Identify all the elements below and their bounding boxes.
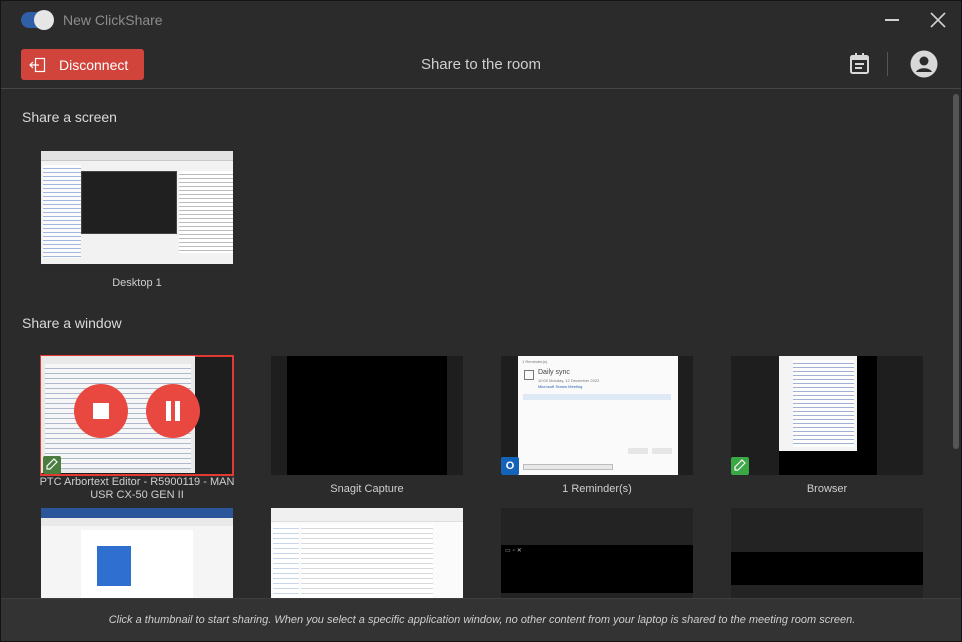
account-icon	[910, 50, 938, 78]
screen-thumbnail-desktop-1[interactable]	[41, 151, 233, 270]
share-window-heading: Share a window	[22, 315, 122, 331]
minimize-button[interactable]	[881, 9, 903, 31]
thumbnail-label: Snagit Capture	[330, 483, 404, 495]
preview-taskbar	[41, 264, 233, 270]
window-preview: ▭▫✕	[501, 508, 693, 598]
window-thumbnail-window-8[interactable]	[731, 508, 923, 598]
word-preview	[41, 508, 233, 598]
account-button[interactable]	[910, 50, 938, 78]
browser-preview	[779, 356, 857, 451]
toggle-knob	[34, 10, 54, 30]
thumbnail-label: Desktop 1	[112, 277, 162, 289]
pause-sharing-button[interactable]	[146, 384, 200, 438]
window-thumbnail-explorer[interactable]	[271, 508, 463, 598]
preview-toolbar	[41, 518, 233, 526]
window-thumbnail-word[interactable]	[41, 508, 233, 598]
preview-row	[523, 394, 671, 400]
preview-rows	[793, 360, 854, 447]
window-thumbnail-window-7[interactable]: ▭▫✕	[501, 508, 693, 598]
window-thumbnail-snagit[interactable]	[271, 356, 463, 475]
scrollbar-thumb[interactable]	[953, 94, 959, 449]
edit-icon	[46, 458, 58, 470]
preview-document	[179, 171, 233, 253]
preview-link: Microsoft Teams Meeting	[538, 384, 583, 389]
preview-buttons	[628, 448, 673, 454]
thumbnail-label: Browser	[806, 483, 848, 495]
preview-black-area	[779, 451, 877, 475]
app-title: New ClickShare	[63, 12, 163, 28]
clickshare-window: New ClickShare Disconnect Share to the r…	[0, 0, 962, 642]
preview-controls: ▭▫✕	[505, 548, 524, 554]
preview-nav	[273, 524, 299, 598]
snagit-preview	[287, 356, 447, 475]
window-thumbnail-arbortext[interactable]	[40, 355, 234, 476]
preview-tree	[43, 165, 81, 258]
preview-subtitle: 10:00 Monday, 12 December 2022	[538, 378, 600, 383]
outlook-icon: O	[501, 457, 519, 475]
enable-toggle[interactable]	[21, 10, 54, 30]
preview-calendar-icon	[524, 370, 534, 380]
toolbar-divider	[887, 52, 888, 76]
reminder-preview: 1 Reminder(s) Daily sync 10:00 Monday, 1…	[518, 356, 678, 475]
preview-files	[301, 524, 433, 598]
toolbar: Disconnect Share to the room	[1, 39, 961, 89]
preview-bar	[271, 508, 463, 522]
window-preview	[731, 508, 923, 598]
thumbnail-label: 1 Reminder(s)	[562, 483, 632, 495]
preview-black-area	[731, 552, 923, 585]
thumbnail-label: PTC Arbortext Editor - R5900119 - MAN US…	[39, 476, 235, 501]
preview-ribbon	[41, 508, 233, 518]
calendar-icon	[850, 53, 869, 74]
preview-title: Daily sync	[538, 369, 570, 376]
page-title: Share to the room	[420, 56, 542, 73]
close-button[interactable]	[927, 9, 949, 31]
calendar-button[interactable]	[849, 52, 871, 76]
footer: Click a thumbnail to start sharing. When…	[1, 598, 961, 641]
arbortext-icon	[43, 456, 61, 474]
footer-hint: Click a thumbnail to start sharing. When…	[108, 614, 856, 626]
title-bar: New ClickShare	[1, 1, 961, 39]
window-thumbnail-browser[interactable]	[731, 356, 923, 475]
preview-dialog	[81, 171, 177, 234]
preview-menubar	[41, 151, 233, 161]
preview-header: 1 Reminder(s)	[522, 359, 548, 364]
close-icon	[930, 12, 946, 28]
browser-app-icon	[731, 457, 749, 475]
explorer-preview	[271, 508, 463, 598]
share-screen-heading: Share a screen	[22, 109, 117, 125]
share-content: Share a screen Desktop 1 Share a window …	[1, 90, 949, 598]
stop-sharing-button[interactable]	[74, 384, 128, 438]
preview-image	[97, 546, 131, 586]
window-thumbnail-reminders[interactable]: 1 Reminder(s) Daily sync 10:00 Monday, 1…	[501, 356, 693, 475]
edit-icon	[734, 459, 746, 471]
desktop-preview	[41, 151, 233, 270]
preview-footer	[523, 464, 613, 470]
